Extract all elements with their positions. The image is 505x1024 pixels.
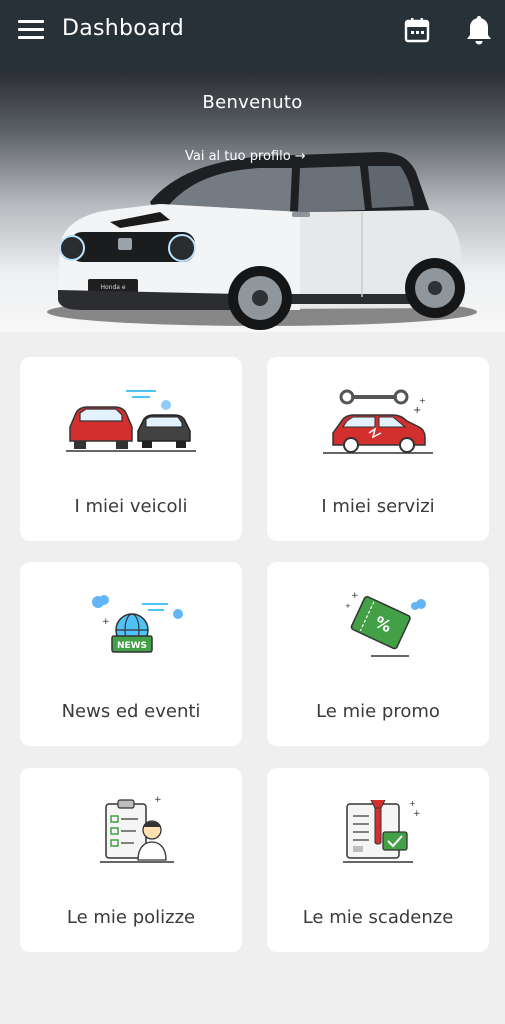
page-title: Dashboard [62, 16, 185, 41]
calendar-icon[interactable] [403, 16, 431, 44]
profile-link[interactable]: Vai al tuo profilo → [185, 149, 306, 164]
deadlines-checklist-icon: + + [343, 799, 421, 863]
tile-label: I miei servizi [321, 496, 435, 517]
tile-label: Le mie promo [316, 701, 440, 722]
tile-my-services[interactable]: + + I miei servizi [267, 357, 489, 541]
car-service-icon: + + [323, 389, 433, 454]
svg-text:+: + [345, 602, 351, 610]
arrow-right-icon: → [294, 149, 306, 164]
tile-my-policies[interactable]: + Le mie polizze [20, 768, 242, 952]
news-globe-icon: + NEWS [92, 595, 183, 653]
profile-link-label: Vai al tuo profilo [185, 149, 291, 164]
svg-text:+: + [351, 591, 359, 601]
tile-my-vehicles[interactable]: I miei veicoli [20, 357, 242, 541]
svg-text:NEWS: NEWS [117, 641, 147, 651]
svg-text:+: + [419, 396, 426, 405]
svg-text:+: + [413, 405, 421, 416]
svg-text:Honda e: Honda e [100, 284, 125, 291]
tile-my-deadlines[interactable]: + + Le mie scadenze [267, 768, 489, 952]
svg-text:+: + [102, 617, 110, 627]
hero-banner: Honda e Benvenuto Vai al tuo profilo → [0, 72, 505, 332]
promo-coupon-icon: + + % [345, 591, 426, 657]
app-bar: Dashboard [0, 0, 505, 72]
welcome-heading: Benvenuto [202, 92, 303, 113]
bell-icon[interactable] [464, 14, 494, 46]
tile-news-events[interactable]: + NEWS News ed eventi [20, 562, 242, 746]
tile-label: Le mie scadenze [302, 907, 454, 928]
tile-label: I miei veicoli [74, 496, 188, 517]
tile-label: News ed eventi [61, 701, 201, 722]
tile-label: Le mie polizze [66, 907, 196, 928]
insurance-policy-icon: + [100, 795, 174, 863]
svg-text:+: + [154, 795, 162, 805]
vehicles-icon [66, 390, 196, 452]
tile-my-promo[interactable]: + + % Le mie promo [267, 562, 489, 746]
svg-text:+: + [409, 799, 416, 808]
svg-text:+: + [413, 809, 421, 819]
menu-button[interactable] [18, 20, 44, 42]
